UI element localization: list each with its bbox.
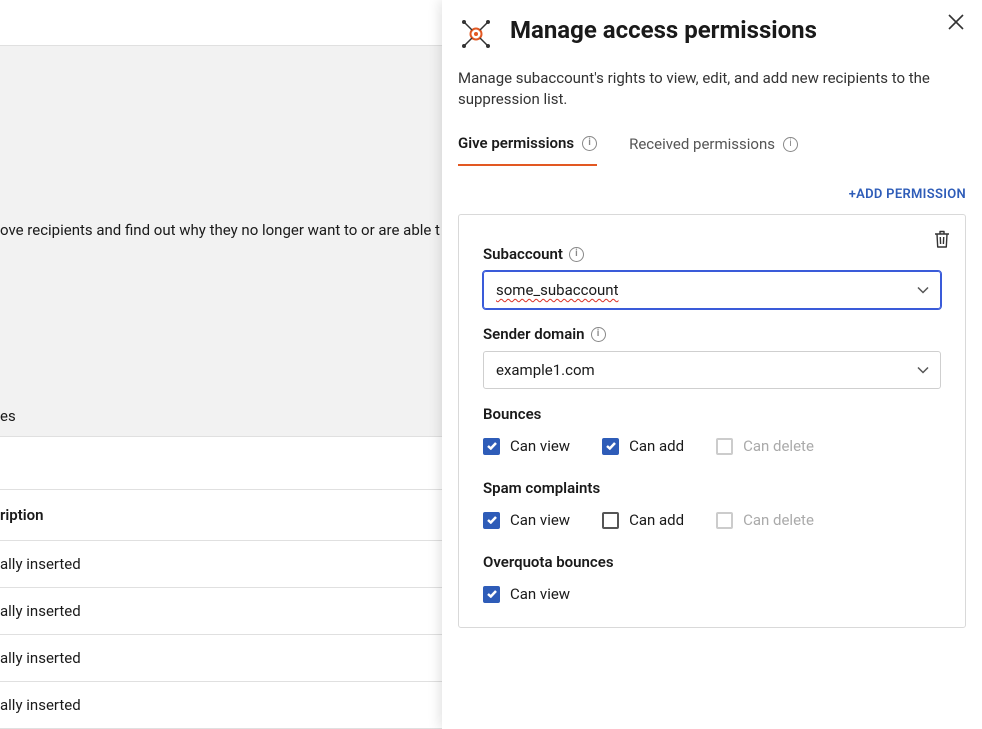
overquota-can-view-checkbox[interactable]: Can view	[483, 585, 570, 603]
tab-label: Give permissions	[458, 134, 574, 152]
domain-label: Sender domain i	[483, 325, 941, 343]
close-icon[interactable]	[946, 12, 966, 32]
permissions-icon	[458, 16, 494, 52]
checkbox-label: Can add	[629, 511, 684, 529]
bounces-can-view-checkbox[interactable]: Can view	[483, 437, 570, 455]
info-icon[interactable]: i	[582, 136, 597, 151]
permissions-panel: Manage access permissions Manage subacco…	[442, 0, 982, 729]
bounces-can-add-checkbox[interactable]: Can add	[602, 437, 684, 455]
subaccount-label: Subaccount i	[483, 245, 941, 263]
info-icon[interactable]: i	[783, 137, 798, 152]
spam-can-delete-checkbox: Can delete	[716, 511, 814, 529]
tab-label: Received permissions	[629, 135, 775, 153]
panel-subtitle: Manage subaccount's rights to view, edit…	[442, 52, 982, 110]
checkbox-label: Can delete	[743, 511, 814, 529]
checkbox-label: Can view	[510, 585, 570, 603]
info-icon[interactable]: i	[591, 327, 606, 342]
overquota-heading: Overquota bounces	[483, 553, 941, 571]
panel-title: Manage access permissions	[510, 12, 938, 44]
domain-input[interactable]: example1.com	[483, 351, 941, 389]
checkbox-label: Can view	[510, 437, 570, 455]
tab-received-permissions[interactable]: Received permissions i	[629, 134, 798, 166]
subaccount-select[interactable]: some_subaccount	[483, 271, 941, 309]
checkbox-label: Can view	[510, 511, 570, 529]
bounces-heading: Bounces	[483, 405, 941, 423]
trash-icon[interactable]	[933, 229, 951, 249]
tab-give-permissions[interactable]: Give permissions i	[458, 134, 597, 166]
spam-can-view-checkbox[interactable]: Can view	[483, 511, 570, 529]
subaccount-input[interactable]: some_subaccount	[483, 271, 941, 309]
permission-card: Subaccount i some_subaccount Sender doma…	[458, 214, 966, 628]
bounces-can-delete-checkbox: Can delete	[716, 437, 814, 455]
tabs: Give permissions i Received permissions …	[442, 110, 982, 166]
spam-heading: Spam complaints	[483, 479, 941, 497]
subaccount-value: some_subaccount	[496, 281, 618, 299]
domain-value: example1.com	[496, 361, 595, 379]
domain-select[interactable]: example1.com	[483, 351, 941, 389]
add-permission-button[interactable]: +ADD PERMISSION	[849, 187, 966, 202]
checkbox-label: Can add	[629, 437, 684, 455]
spam-can-add-checkbox[interactable]: Can add	[602, 511, 684, 529]
checkbox-label: Can delete	[743, 437, 814, 455]
info-icon[interactable]: i	[569, 247, 584, 262]
